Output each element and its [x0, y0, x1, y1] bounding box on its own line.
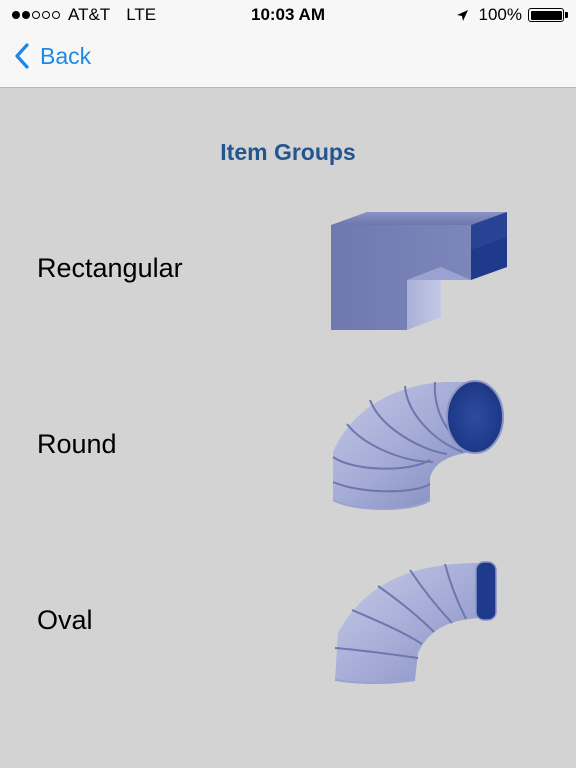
- status-bar: AT&T LTE 10:03 AM 100%: [0, 0, 576, 30]
- battery-tip: [565, 12, 568, 18]
- group-label: Oval: [37, 605, 93, 635]
- group-row-rectangular[interactable]: Rectangular: [0, 195, 576, 345]
- navigation-bar: Back: [0, 30, 576, 88]
- status-right: 100%: [456, 5, 568, 25]
- group-label: Rectangular: [37, 253, 183, 283]
- battery-fill: [530, 10, 562, 20]
- oval-duct-elbow-icon: [330, 558, 505, 693]
- group-row-oval[interactable]: Oval: [0, 548, 576, 698]
- group-label: Round: [37, 429, 117, 459]
- screen: AT&T LTE 10:03 AM 100% Back Item Groups …: [0, 0, 576, 768]
- location-arrow-icon: [456, 9, 469, 22]
- chevron-left-icon: [14, 42, 30, 70]
- page-title: Item Groups: [220, 139, 356, 165]
- back-button[interactable]: Back: [14, 42, 91, 70]
- back-label: Back: [40, 42, 92, 69]
- round-duct-elbow-icon: [325, 372, 515, 522]
- battery-icon: [528, 8, 568, 22]
- group-row-round[interactable]: Round: [0, 372, 576, 522]
- battery-percentage: 100%: [478, 5, 522, 24]
- rectangular-duct-elbow-icon: [325, 207, 515, 342]
